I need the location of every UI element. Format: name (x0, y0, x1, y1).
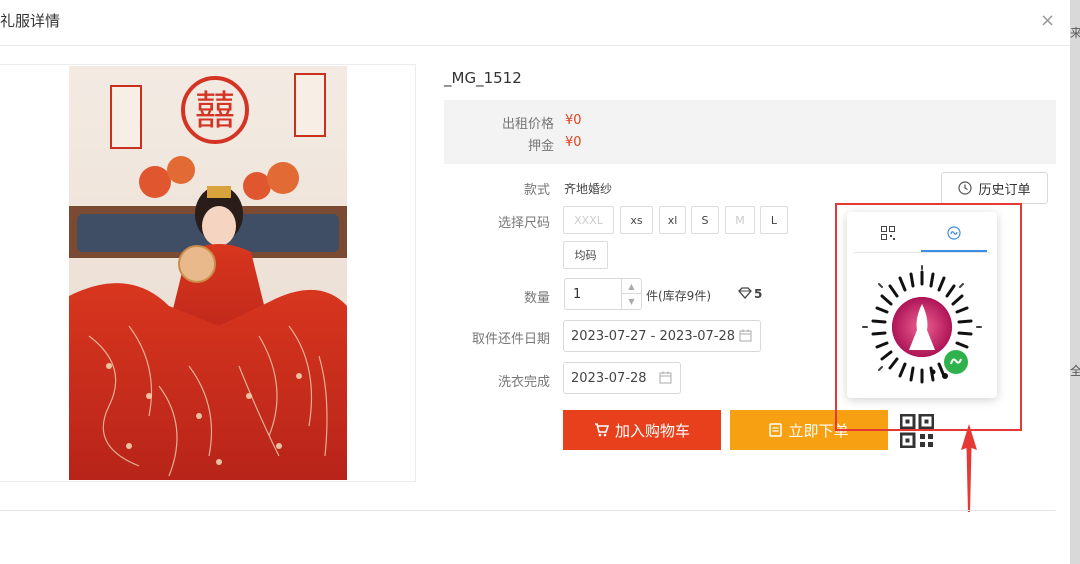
style-value: 齐地婚纱 (564, 182, 613, 196)
product-name: _MG_1512 (444, 69, 522, 87)
stock-text: 件(库存9件) (646, 289, 711, 303)
quantity-stepper[interactable]: 1 ▲ ▼ (564, 278, 642, 310)
svg-text:囍: 囍 (195, 88, 235, 134)
dialog-title: 礼服详情 (0, 12, 61, 30)
history-orders-button[interactable]: 历史订单 (941, 172, 1048, 204)
close-icon[interactable]: × (1040, 10, 1055, 31)
size-option-m[interactable]: M (725, 206, 755, 234)
annotation-arrow (961, 424, 977, 512)
annotation-highlight-box (835, 203, 1022, 431)
points-value: 5 (754, 287, 763, 301)
calendar-icon (739, 329, 752, 342)
pickup-date-range-value: 2023-07-27 - 2023-07-28 (571, 329, 736, 344)
calendar-icon (659, 371, 672, 384)
size-option-s[interactable]: S (691, 206, 719, 234)
size-label: 选择尺码 (497, 216, 550, 231)
size-option-xl[interactable]: xl (659, 206, 686, 234)
size-option-xs[interactable]: xs (620, 206, 653, 234)
peek-text-bottom: 全 (1070, 364, 1080, 378)
rent-price-label: 出租价格 (501, 117, 554, 132)
background-page-peek: 来 全 (1070, 0, 1080, 564)
history-orders-label: 历史订单 (978, 182, 1031, 198)
wash-date-picker[interactable]: 2023-07-28 (563, 362, 681, 394)
pickup-return-label: 取件还件日期 (471, 332, 550, 347)
wash-complete-label: 洗衣完成 (497, 375, 550, 390)
deposit-label: 押金 (527, 139, 554, 154)
stepper-arrows: ▲ ▼ (621, 279, 641, 309)
quantity-label: 数量 (523, 291, 550, 306)
size-option-one-size[interactable]: 均码 (563, 241, 608, 269)
price-panel: 出租价格 ¥0 押金 ¥0 (444, 100, 1056, 164)
deposit-value: ¥0 (565, 135, 582, 150)
increment-icon[interactable]: ▲ (622, 279, 641, 294)
clock-icon (958, 181, 973, 195)
decrement-icon[interactable]: ▼ (622, 294, 641, 309)
product-image-frame: 囍 (0, 64, 416, 482)
wash-date-value: 2023-07-28 (571, 371, 647, 386)
style-label: 款式 (523, 183, 550, 198)
cart-icon (594, 423, 609, 437)
pickup-date-range-picker[interactable]: 2023-07-27 - 2023-07-28 (563, 320, 761, 352)
add-to-cart-label: 加入购物车 (614, 421, 690, 440)
document-icon (769, 423, 783, 437)
add-to-cart-button[interactable]: 加入购物车 (563, 410, 721, 450)
size-option-xxxl[interactable]: XXXL (563, 206, 614, 234)
diamond-icon (738, 287, 752, 299)
rent-price-value: ¥0 (565, 113, 582, 128)
bottom-divider (0, 510, 1055, 511)
peek-text-top: 来 (1070, 26, 1080, 40)
product-photo: 囍 (69, 66, 347, 480)
dress-detail-dialog: 礼服详情 × 囍 _MG_1512 出租价格 ¥0 押金 ¥0 款式 齐地婚纱 … (0, 0, 1070, 564)
quantity-value[interactable]: 1 (573, 287, 581, 302)
dialog-header: 礼服详情 × (0, 0, 1070, 46)
size-option-l[interactable]: L (760, 206, 788, 234)
